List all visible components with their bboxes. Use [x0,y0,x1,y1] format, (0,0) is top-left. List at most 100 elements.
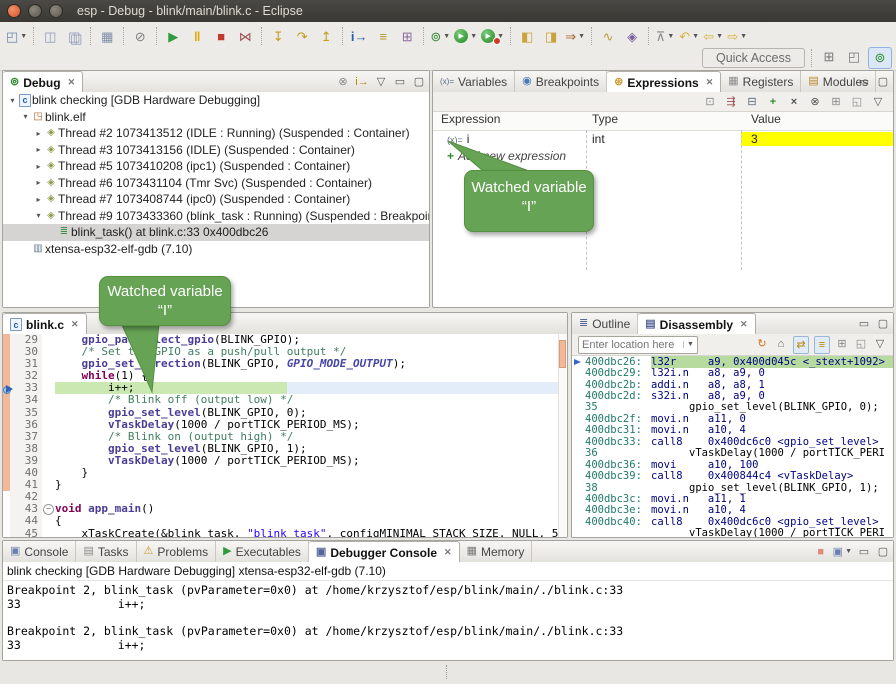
drag-grip[interactable] [446,665,451,679]
tab-disassembly[interactable]: ▤Disassembly✕ [638,313,755,335]
code-line[interactable]: 45 xTaskCreate(&blink_task, "blink_task"… [3,528,567,538]
tab-debug[interactable]: ⊚ Debug ✕ [3,71,83,93]
caret-closed-icon[interactable]: ▸ [33,129,44,138]
close-icon[interactable]: ✕ [706,77,714,88]
caret-open-icon[interactable]: ▾ [7,96,18,105]
caret-open-icon[interactable]: ▾ [33,211,44,220]
debug-tree-item[interactable]: ▸◈Thread #2 1073413512 (IDLE : Running) … [3,125,429,142]
caret-closed-icon[interactable]: ▸ [33,195,44,204]
column-header-expression[interactable]: Expression [433,112,586,130]
debug-tree-item[interactable]: ≣blink_task() at blink.c:33 0x400dbc26 [3,224,429,241]
code-line[interactable]: 40 } [3,467,567,479]
code-line[interactable]: 43−void app_main() [3,503,567,515]
tab-blink-c[interactable]: c blink.c ✕ [3,313,87,335]
open-perspective-button[interactable]: ⊞ [818,47,840,67]
home-button[interactable]: ⌂ [774,336,788,352]
overview-ruler[interactable] [558,334,567,537]
debug-tree-item[interactable]: ▾◈Thread #9 1073433360 (blink_task : Run… [3,208,429,225]
view-menu-button[interactable]: ▽ [374,74,388,90]
disassembly-row[interactable]: 400dbc36:movi a10, 100 [572,459,893,470]
disassembly-row[interactable]: 400dbc3e:movi.n a10, 4 [572,505,893,516]
terminate-console-button[interactable]: ■ [814,544,828,560]
expression-row[interactable]: (x)=iint3 [433,130,893,147]
disassembly-row[interactable]: 400dbc2d:s32i.n a8, a9, 0 [572,390,893,401]
pin-view-button[interactable]: ◱ [850,95,864,108]
code-line[interactable]: 41} [3,479,567,491]
close-icon[interactable]: ✕ [71,319,79,330]
window-close-button[interactable] [7,4,21,18]
maximize-button[interactable]: ▢ [876,544,890,560]
chevron-down-icon[interactable]: ▼ [683,341,697,348]
tab-console[interactable]: ▣Console [3,541,76,562]
close-icon[interactable]: ✕ [740,319,748,330]
new-wizard-button[interactable]: ◰▼ [4,25,29,47]
disassembly-row[interactable]: 38gpio_set_level(BLINK_GPIO, 1); [572,482,893,493]
minimize-button[interactable]: ▭ [857,74,871,90]
resume-button[interactable]: ▶ [161,25,185,47]
external-tools-button[interactable]: ▶▼ [479,25,506,47]
breakpoint-arrow-icon[interactable] [3,384,12,393]
suspend-button[interactable]: ‖ [185,25,209,47]
disassembly-row[interactable]: 400dbc40:call8 0x400dc6c0 <gpio_set_leve… [572,516,893,527]
group-threads-button[interactable]: ⊞ [395,25,419,47]
open-project-button[interactable]: ◨ [539,25,563,47]
view-menu-button[interactable]: ▽ [873,336,887,352]
minimize-button[interactable]: ▭ [857,316,871,332]
tab-debugger-console[interactable]: ▣Debugger Console✕ [309,541,460,563]
save-all-button[interactable]: ◫ [62,25,86,47]
display-selected-console-button[interactable]: ▣▼ [833,544,852,560]
pin-editor-button[interactable]: ⊼▼ [653,25,677,47]
code-editor[interactable]: 29 gpio_pad_select_gpio(BLINK_GPIO);30 /… [3,334,567,537]
remove-expression-button[interactable]: × [787,96,801,108]
disassembly-row[interactable]: 400dbc33:call8 0x400dc6c0 <gpio_set_leve… [572,436,893,447]
open-new-view-button[interactable]: ⊞ [829,95,843,108]
build-button[interactable]: ▦ [95,25,119,47]
show-debug-columns-button[interactable]: ≡ [371,25,395,47]
debug-tree-item[interactable]: ▾◳blink.elf [3,109,429,126]
debug-tree-item[interactable]: ▾cblink checking [GDB Hardware Debugging… [3,92,429,109]
location-combo[interactable]: ▼ [578,336,698,354]
disassembly-row[interactable]: 400dbc3c:movi.n a11, 1 [572,493,893,504]
debug-tree-item[interactable]: ▥xtensa-esp32-elf-gdb (7.10) [3,241,429,258]
remove-all-expressions-button[interactable]: ⊗ [808,95,822,108]
instruction-stepping-button[interactable]: i→ [347,25,371,47]
disassembly-row[interactable]: 400dbc26:l32r a9, 0x400d045c <_stext+109… [572,356,893,367]
sync-with-context-button[interactable]: ⇄ [793,336,809,354]
disassembly-row[interactable]: 35gpio_set_level(BLINK_GPIO, 0); [572,402,893,413]
tab-memory[interactable]: ▦Memory [460,541,533,562]
terminate-button[interactable]: ■ [209,25,233,47]
disassembly-row[interactable]: 400dbc2f:movi.n a11, 0 [572,413,893,424]
tab-registers[interactable]: ▦Registers [721,71,801,92]
console-output[interactable]: Breakpoint 2, blink_task (pvParameter=0x… [3,584,893,660]
tab-variables[interactable]: (x)=Variables [433,71,515,92]
window-maximize-button[interactable] [49,4,63,18]
open-new-view-button[interactable]: ⊞ [835,336,849,352]
fold-minus-icon[interactable]: − [43,504,54,515]
run-button[interactable]: ▶▼ [452,25,479,47]
save-button[interactable]: ◫ [38,25,62,47]
show-type-names-button[interactable]: ⊡ [703,95,717,108]
column-header-value[interactable]: Value [741,112,893,130]
debug-tree-item[interactable]: ▸◈Thread #3 1073413156 (IDLE) (Suspended… [3,142,429,159]
disconnect-button[interactable]: ⋈ [233,25,257,47]
collapse-all-button[interactable]: ⊟ [745,95,759,108]
debug-tree-item[interactable]: ▸◈Thread #6 1073431104 (Tmr Svc) (Suspen… [3,175,429,192]
tab-executables[interactable]: ▶Executables [216,541,309,562]
forward-button[interactable]: ⇨▼ [725,25,749,47]
show-source-button[interactable]: ≡ [814,336,830,354]
debug-tree-item[interactable]: ▸◈Thread #7 1073408744 (ipc0) (Suspended… [3,191,429,208]
tab-problems[interactable]: ⚠Problems [137,541,217,562]
close-icon[interactable]: ✕ [444,547,452,558]
create-watch-expression-button[interactable]: + [766,96,780,108]
column-divider[interactable] [741,130,742,270]
remove-all-terminated-button[interactable]: ⊗ [336,74,350,90]
add-new-expression-row[interactable]: +Add new expression [433,147,893,164]
caret-closed-icon[interactable]: ▸ [33,162,44,171]
flash-download-button[interactable]: ⇒▼ [563,25,587,47]
minimize-button[interactable]: ▭ [857,544,871,560]
column-header-type[interactable]: Type [586,112,741,130]
disassembly-row[interactable]: vTaskDelay(1000 / portTICK_PERI [572,528,893,537]
caret-open-icon[interactable]: ▾ [20,112,31,121]
new-cpp-project-button[interactable]: ◧ [515,25,539,47]
step-into-button[interactable]: ↧ [266,25,290,47]
